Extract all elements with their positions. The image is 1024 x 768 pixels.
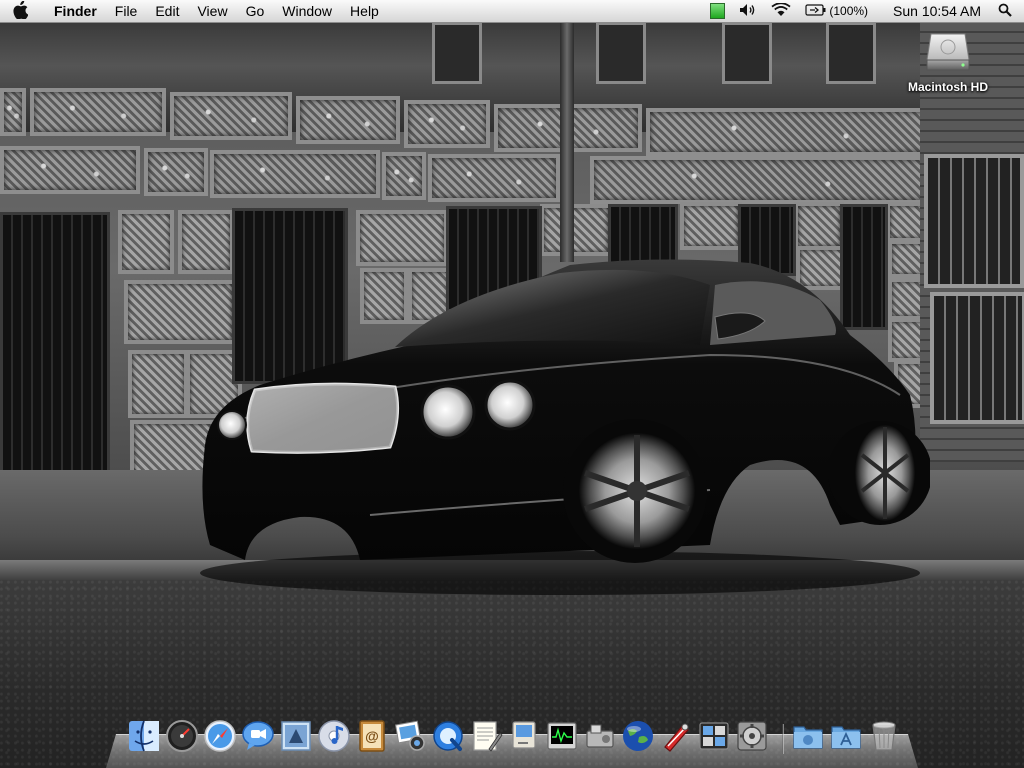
stone-block — [540, 204, 612, 256]
stone-block — [680, 202, 742, 250]
battery-percent: (100%) — [829, 4, 869, 18]
frieze-panel — [404, 100, 490, 148]
address-book-icon: @ — [359, 720, 385, 752]
dock-item-system-preferences[interactable] — [734, 718, 770, 754]
itunes-icon — [318, 720, 350, 752]
frieze-panel — [428, 154, 560, 202]
desktop-icon-macintosh-hd[interactable]: Macintosh HD — [898, 30, 998, 102]
frieze-panel — [590, 156, 932, 204]
upper-window — [826, 22, 876, 84]
system-profiler-icon — [586, 724, 614, 748]
activity-meter-item[interactable] — [703, 0, 732, 22]
frieze-panel — [296, 96, 400, 144]
brick-wall-window — [930, 292, 1024, 424]
menu-finder[interactable]: Finder — [40, 0, 106, 22]
svg-text:@: @ — [365, 728, 379, 744]
dock-item-applications-folder[interactable] — [828, 718, 864, 754]
activity-monitor-icon — [547, 722, 577, 750]
dock-item-spaces[interactable] — [696, 718, 732, 754]
frieze-panel — [646, 108, 934, 156]
dock-separator — [782, 724, 784, 754]
dashboard-icon — [166, 720, 198, 752]
frieze-panel — [144, 148, 208, 196]
dock-item-classic-mac[interactable] — [506, 718, 542, 754]
frieze-panel — [210, 150, 380, 198]
desktop-icon-label: Macintosh HD — [907, 80, 988, 94]
upper-window — [596, 22, 646, 84]
dock-item-dashboard[interactable] — [164, 718, 200, 754]
dock: @ — [126, 718, 906, 758]
car-photo — [190, 255, 930, 595]
menu-help[interactable]: Help — [341, 0, 388, 22]
applications-folder-icon — [831, 726, 861, 749]
dock-item-safari[interactable] — [202, 718, 238, 754]
apple-icon — [12, 0, 29, 22]
dock-item-downloads-folder[interactable] — [790, 718, 826, 754]
menu-edit[interactable]: Edit — [146, 0, 188, 22]
upper-window — [722, 22, 772, 84]
stone-block — [128, 350, 188, 418]
dock-item-google-earth[interactable] — [620, 718, 656, 754]
ichat-icon — [242, 721, 274, 750]
barred-door — [0, 212, 110, 508]
frieze-panel — [0, 88, 26, 136]
stone-block — [794, 202, 844, 250]
stone-block — [118, 210, 174, 274]
menu-view[interactable]: View — [188, 0, 236, 22]
menu-bar: Finder File Edit View Go Window Help (10… — [0, 0, 1024, 23]
battery-item[interactable]: (100%) — [798, 0, 883, 22]
quicktime-icon — [433, 721, 463, 751]
dock-item-textedit[interactable] — [468, 718, 504, 754]
utility-app-icon — [664, 723, 689, 752]
classic-mac-icon — [512, 721, 536, 749]
system-preferences-icon — [737, 721, 767, 751]
dock-item-ichat[interactable] — [240, 718, 276, 754]
desktop-wallpaper — [0, 0, 1024, 768]
dock-item-system-profiler[interactable] — [582, 718, 618, 754]
textedit-icon — [473, 721, 503, 752]
menu-extras: (100%) Sun 10:54 AM — [703, 0, 1024, 22]
downloads-folder-icon — [793, 726, 823, 749]
frieze-panel — [0, 146, 140, 194]
brick-wall-window — [924, 154, 1024, 288]
spotlight-item[interactable] — [991, 0, 1024, 22]
dock-item-utility-app[interactable] — [658, 718, 694, 754]
safari-icon — [204, 720, 236, 752]
frieze-panel — [382, 152, 426, 200]
battery-icon — [805, 3, 827, 19]
lamp-pole — [560, 22, 574, 262]
dock-item-activity-monitor[interactable] — [544, 718, 580, 754]
frieze-panel — [170, 92, 292, 140]
wifi-item[interactable] — [764, 0, 798, 22]
mail-icon — [281, 721, 311, 751]
dock-item-trash[interactable] — [866, 718, 902, 754]
menu-go[interactable]: Go — [237, 0, 274, 22]
dock-item-mail[interactable] — [278, 718, 314, 754]
wifi-icon — [771, 1, 791, 20]
dock-item-address-book[interactable]: @ — [354, 718, 390, 754]
activity-meter-icon — [710, 3, 726, 19]
volume-item[interactable] — [732, 0, 764, 22]
spaces-icon — [699, 722, 729, 750]
spotlight-icon — [998, 3, 1012, 20]
menubar-clock[interactable]: Sun 10:54 AM — [883, 3, 991, 19]
trash-icon — [872, 721, 896, 751]
dock-item-finder[interactable] — [126, 718, 162, 754]
hard-drive-icon — [925, 30, 971, 72]
dock-item-iphoto[interactable] — [392, 718, 428, 754]
menu-window[interactable]: Window — [273, 0, 341, 22]
frieze-panel — [30, 88, 166, 136]
volume-icon — [739, 3, 757, 20]
google-earth-icon — [623, 721, 653, 751]
menu-file[interactable]: File — [106, 0, 147, 22]
iphoto-icon — [395, 720, 425, 751]
dock-item-itunes[interactable] — [316, 718, 352, 754]
finder-icon — [129, 720, 159, 752]
dock-item-quicktime[interactable] — [430, 718, 466, 754]
apple-menu[interactable] — [0, 0, 40, 22]
upper-window — [432, 22, 482, 84]
